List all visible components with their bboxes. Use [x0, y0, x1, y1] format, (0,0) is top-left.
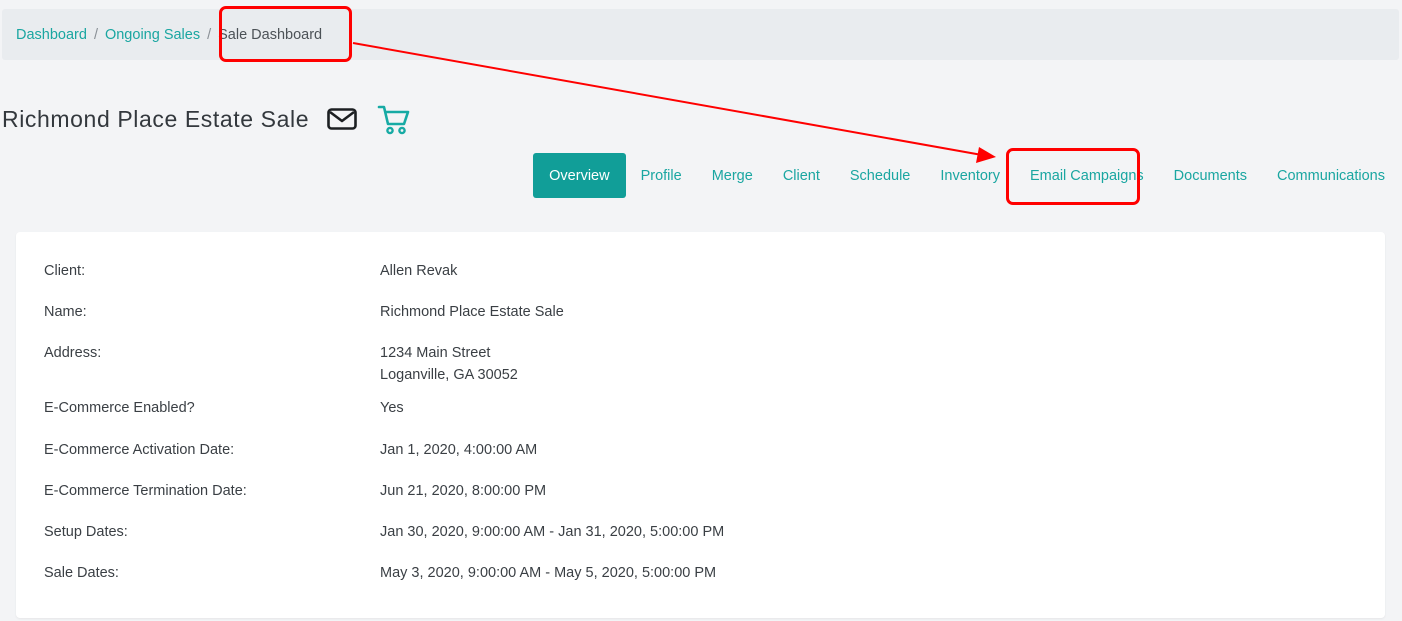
page-title: Richmond Place Estate Sale	[2, 105, 310, 132]
detail-label: Client:	[44, 263, 86, 279]
detail-label: Address:	[44, 345, 102, 361]
detail-value: Jan 1, 2020, 4:00:00 AM	[380, 442, 538, 458]
breadcrumb-ongoing-sales-link[interactable]: Ongoing Sales	[105, 27, 200, 43]
tab-documents[interactable]: Documents	[1159, 153, 1262, 198]
detail-label: E-Commerce Activation Date:	[44, 442, 235, 458]
breadcrumb: Dashboard / Ongoing Sales / Sale Dashboa…	[2, 9, 1399, 60]
breadcrumb-separator: /	[207, 26, 212, 43]
sale-details-card: Client: Allen Revak Name: Richmond Place…	[16, 232, 1385, 618]
detail-label: Name:	[44, 304, 87, 320]
detail-value: Yes	[380, 400, 404, 416]
tab-communications[interactable]: Communications	[1262, 153, 1400, 198]
tab-email-campaigns[interactable]: Email Campaigns	[1015, 153, 1159, 198]
tab-overview[interactable]: Overview	[533, 153, 626, 198]
tab-client[interactable]: Client	[768, 153, 835, 198]
envelope-icon[interactable]	[327, 108, 357, 130]
tab-merge[interactable]: Merge	[697, 153, 768, 198]
detail-value: Richmond Place Estate Sale	[380, 304, 564, 320]
tab-inventory[interactable]: Inventory	[925, 153, 1015, 198]
detail-value: Allen Revak	[380, 263, 458, 279]
tab-profile[interactable]: Profile	[626, 153, 697, 198]
sale-tabs: Overview Profile Merge Client Schedule I…	[533, 153, 1400, 198]
cart-icon[interactable]	[377, 102, 411, 136]
detail-label: E-Commerce Enabled?	[44, 400, 195, 416]
breadcrumb-dashboard-link[interactable]: Dashboard	[16, 27, 87, 43]
detail-label: Setup Dates:	[44, 524, 128, 540]
detail-value: Jun 21, 2020, 8:00:00 PM	[380, 483, 547, 499]
detail-value: Jan 30, 2020, 9:00:00 AM - Jan 31, 2020,…	[380, 524, 725, 540]
tab-schedule[interactable]: Schedule	[835, 153, 925, 198]
detail-value-street: 1234 Main Street	[380, 345, 491, 361]
detail-label: Sale Dates:	[44, 565, 119, 581]
detail-value: May 3, 2020, 9:00:00 AM - May 5, 2020, 5…	[380, 565, 717, 581]
breadcrumb-current: Sale Dashboard	[218, 26, 323, 43]
breadcrumb-separator: /	[93, 26, 98, 43]
detail-label: E-Commerce Termination Date:	[44, 483, 247, 499]
page-header: Richmond Place Estate Sale	[2, 96, 411, 142]
detail-value-city: Loganville, GA 30052	[380, 367, 518, 383]
